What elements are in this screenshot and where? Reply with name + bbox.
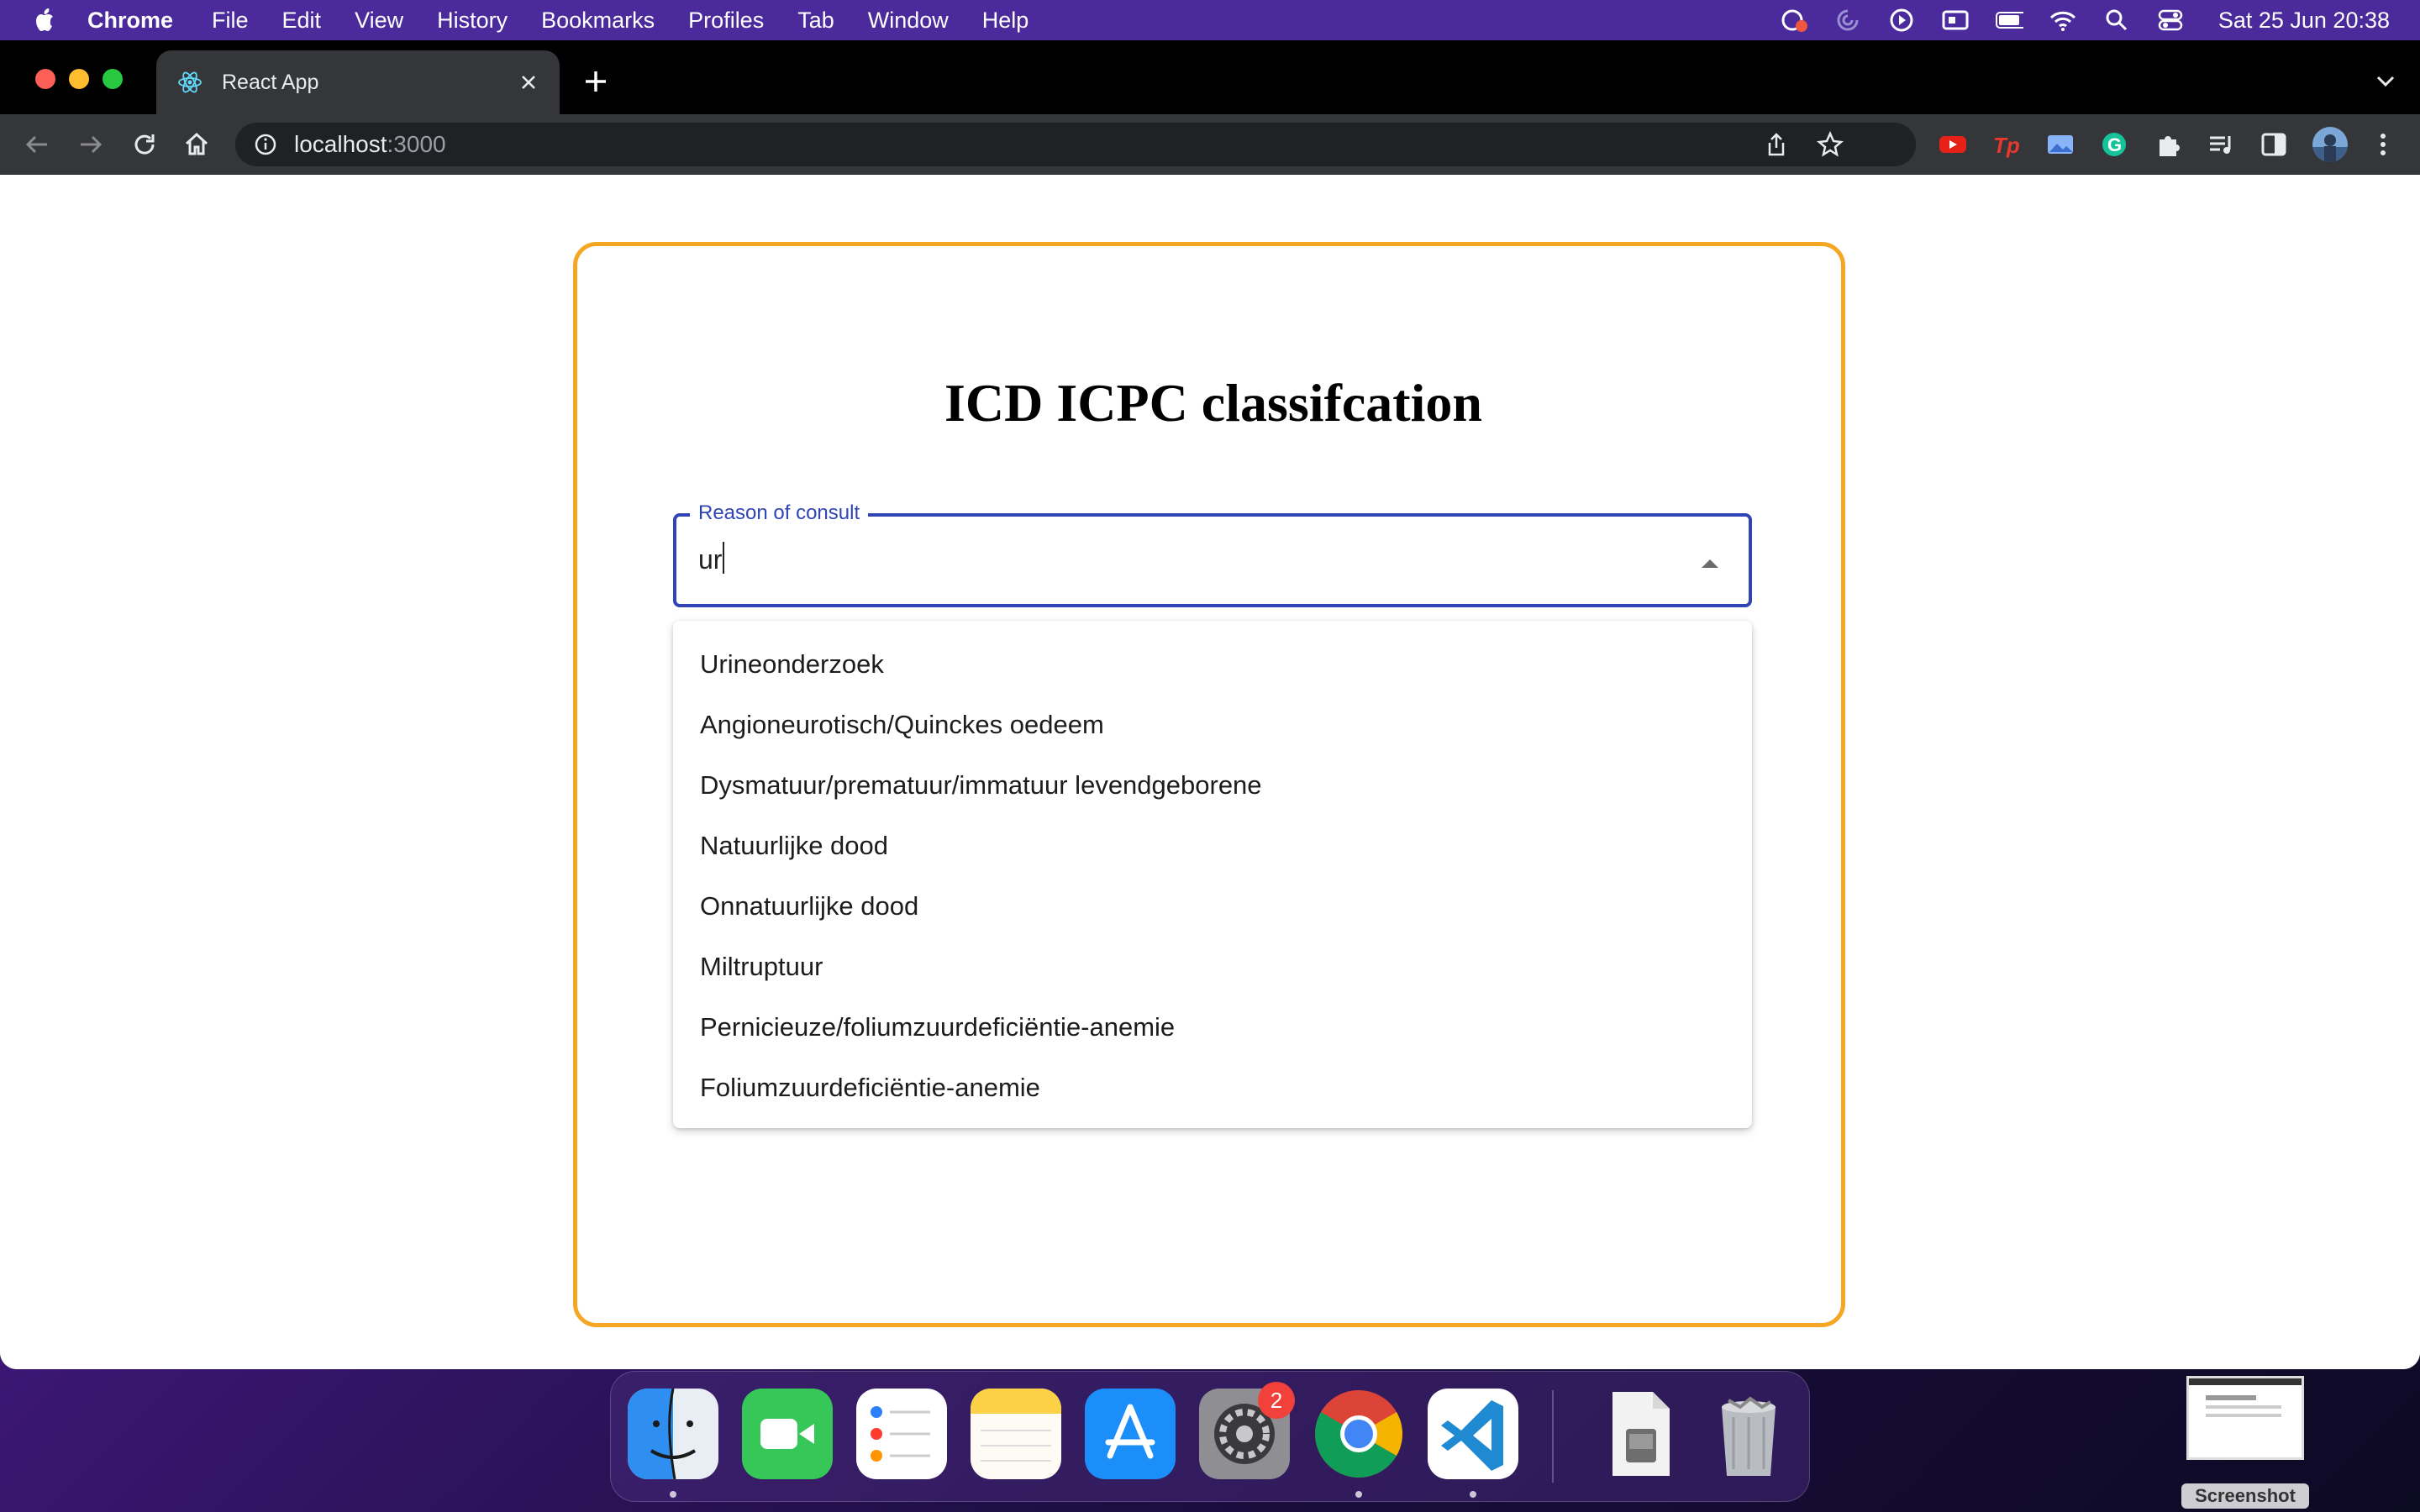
home-icon[interactable]	[180, 128, 213, 161]
grammarly-extension-icon[interactable]: G	[2099, 129, 2129, 160]
url-host: localhost	[294, 131, 387, 157]
spotlight-search-icon[interactable]	[2102, 8, 2131, 33]
screen-recorder-icon[interactable]	[1780, 8, 1808, 33]
dock: 2	[610, 1371, 1810, 1502]
classification-card: ICD ICPC classifcation Reason of consult…	[573, 242, 1845, 1327]
tp-extension-icon[interactable]: Tp	[1991, 129, 2022, 160]
option-foliumzuur-anemie[interactable]: Foliumzuurdeficiëntie-anemie	[673, 1058, 1752, 1118]
menu-tab[interactable]: Tab	[797, 8, 834, 34]
bookmark-star-icon[interactable]	[1817, 130, 1844, 158]
control-center-icon[interactable]	[2156, 8, 2185, 33]
menu-bar: Chrome File Edit View History Bookmarks …	[0, 0, 2420, 40]
notes-icon[interactable]	[971, 1389, 1061, 1479]
finder-running-dot	[670, 1491, 676, 1498]
page-content: ICD ICPC classifcation Reason of consult…	[0, 175, 2420, 1369]
menu-file[interactable]: File	[212, 8, 249, 34]
facetime-icon[interactable]	[742, 1389, 833, 1479]
browser-toolbar: localhost:3000 Tp G	[0, 114, 2420, 175]
finder-icon[interactable]	[628, 1389, 718, 1479]
dock-separator	[1552, 1390, 1554, 1483]
reason-of-consult-input[interactable]: ur	[698, 542, 725, 575]
screenshot-label: Screenshot	[2181, 1483, 2309, 1509]
react-logo-icon	[176, 69, 203, 96]
option-miltruptuur[interactable]: Miltruptuur	[673, 937, 1752, 997]
option-angioneurotisch[interactable]: Angioneurotisch/Quinckes oedeem	[673, 695, 1752, 755]
svg-text:Tp: Tp	[1993, 133, 2020, 158]
autocomplete-options-list: Urineonderzoek Angioneurotisch/Quinckes …	[673, 621, 1752, 1128]
media-play-icon[interactable]	[1887, 8, 1916, 33]
menu-profiles[interactable]: Profiles	[688, 8, 764, 34]
menu-history[interactable]: History	[437, 8, 508, 34]
menu-edit[interactable]: Edit	[282, 8, 322, 34]
window-zoom-button[interactable]	[103, 69, 123, 89]
wifi-icon[interactable]	[2049, 8, 2077, 33]
extensions-puzzle-icon[interactable]	[2153, 129, 2183, 160]
window-close-button[interactable]	[35, 69, 55, 89]
notification-badge: 2	[1258, 1382, 1295, 1419]
browser-window: React App localhost:3000 Tp G ICD ICPC c…	[0, 40, 2420, 1369]
site-info-icon[interactable]	[254, 133, 277, 156]
menu-window[interactable]: Window	[868, 8, 949, 34]
vscode-icon[interactable]	[1428, 1389, 1518, 1479]
side-panel-icon[interactable]	[2259, 129, 2289, 160]
url-port: :3000	[387, 131, 446, 157]
option-dysmatuur[interactable]: Dysmatuur/prematuur/immatuur levendgebor…	[673, 755, 1752, 816]
screenshot-thumbnail[interactable]	[2186, 1376, 2304, 1460]
chrome-menu-icon[interactable]	[2368, 129, 2398, 160]
tab-close-icon[interactable]	[516, 70, 541, 95]
reload-icon[interactable]	[128, 128, 161, 161]
option-pernicieuze-anemie[interactable]: Pernicieuze/foliumzuurdeficiëntie-anemie	[673, 997, 1752, 1058]
reminders-icon[interactable]	[856, 1389, 947, 1479]
menubar-clock[interactable]: Sat 25 Jun 20:38	[2218, 8, 2390, 34]
back-arrow-icon[interactable]	[20, 128, 54, 161]
page-title: ICD ICPC classifcation	[944, 373, 1482, 433]
tab-title: React App	[222, 70, 319, 94]
option-urineonderzoek[interactable]: Urineonderzoek	[673, 634, 1752, 695]
display-icon[interactable]	[1941, 8, 1970, 33]
address-bar[interactable]: localhost:3000	[235, 123, 1916, 166]
chrome-icon[interactable]	[1313, 1389, 1404, 1479]
option-onnatuurlijke-dood[interactable]: Onnatuurlijke dood	[673, 876, 1752, 937]
field-label: Reason of consult	[690, 501, 869, 525]
tab-react-app[interactable]: React App	[156, 50, 560, 114]
menu-app-name[interactable]: Chrome	[87, 8, 173, 34]
menu-bookmarks[interactable]: Bookmarks	[541, 8, 655, 34]
forward-arrow-icon[interactable]	[74, 128, 108, 161]
media-queue-icon[interactable]	[2207, 129, 2237, 160]
menu-view[interactable]: View	[355, 8, 403, 34]
trash-icon[interactable]	[1703, 1389, 1794, 1479]
focus-spiral-icon[interactable]	[1833, 8, 1862, 33]
tab-search-chevron-icon[interactable]	[2373, 69, 2398, 94]
profile-avatar[interactable]	[2311, 125, 2349, 164]
dropdown-arrow-up-icon[interactable]	[1695, 549, 1725, 579]
chrome-running-dot	[1355, 1491, 1362, 1498]
window-minimize-button[interactable]	[69, 69, 89, 89]
tab-strip: React App	[0, 40, 2420, 114]
apple-menu-icon[interactable]	[34, 7, 59, 34]
url-text: localhost:3000	[294, 131, 446, 158]
battery-icon[interactable]	[1995, 8, 2023, 33]
app-store-icon[interactable]	[1085, 1389, 1176, 1479]
new-tab-button[interactable]	[580, 66, 612, 97]
disk-image-file-icon[interactable]	[1594, 1389, 1685, 1479]
menu-help[interactable]: Help	[982, 8, 1029, 34]
text-caret	[723, 542, 725, 574]
youtube-extension-icon[interactable]	[1938, 129, 1968, 160]
vscode-running-dot	[1470, 1491, 1476, 1498]
option-natuurlijke-dood[interactable]: Natuurlijke dood	[673, 816, 1752, 876]
image-extension-icon[interactable]	[2045, 129, 2075, 160]
input-value: ur	[698, 544, 723, 575]
reason-of-consult-autocomplete[interactable]: Reason of consult ur	[673, 501, 1752, 607]
svg-text:G: G	[2107, 134, 2122, 155]
share-icon[interactable]	[1763, 131, 1790, 158]
